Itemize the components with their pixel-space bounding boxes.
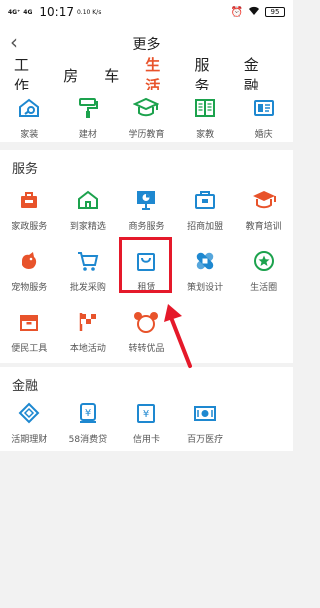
service-item-label: 家政服务 bbox=[11, 222, 48, 232]
wedding-card-icon bbox=[250, 94, 278, 122]
credit-card-icon: ¥ bbox=[132, 399, 160, 427]
life-item-home-decor[interactable]: 家装 bbox=[0, 94, 59, 140]
pet-icon bbox=[15, 247, 43, 275]
signal-1: 4G⁺ bbox=[8, 8, 21, 16]
service-item-label: 便民工具 bbox=[11, 344, 48, 354]
tab-house[interactable]: 房 bbox=[63, 65, 78, 86]
section-title-finance: 金融 bbox=[12, 379, 39, 394]
net-speed: 0.10 K/s bbox=[76, 8, 102, 16]
presentation-icon bbox=[132, 186, 160, 214]
service-item-housekeeping[interactable]: 家政服务 bbox=[0, 186, 59, 232]
life-item-degree-education[interactable]: 学历教育 bbox=[117, 94, 176, 140]
svg-text:¥: ¥ bbox=[85, 408, 91, 419]
arrow-icon bbox=[164, 304, 192, 368]
star-circle-icon bbox=[250, 247, 278, 275]
service-item-label: 招商加盟 bbox=[187, 222, 224, 232]
finance-item-label: 58消费贷 bbox=[68, 435, 108, 445]
service-item-label: 宠物服务 bbox=[11, 283, 48, 293]
finance-item-label: 百万医疗 bbox=[187, 435, 224, 445]
yen-bag-icon: ¥ bbox=[74, 399, 102, 427]
life-panel: 家装 建材 学历教育 家教 婚庆 bbox=[0, 90, 293, 142]
category-tabs: 工作 房 车 生活 服务 金融 bbox=[0, 56, 293, 100]
life-item-label: 婚庆 bbox=[254, 130, 273, 140]
service-item-business[interactable]: 商务服务 bbox=[117, 186, 176, 232]
finance-item-label: 信用卡 bbox=[132, 435, 160, 445]
wifi-icon bbox=[248, 6, 260, 19]
service-item-tools[interactable]: 便民工具 bbox=[0, 308, 59, 354]
finance-item-medical[interactable]: 百万医疗 bbox=[176, 399, 235, 445]
section-title-services: 服务 bbox=[12, 162, 39, 177]
finance-panel: 金融 活期理财 ¥ 58消费贷 ¥ 信用卡 百万医疗 bbox=[0, 367, 293, 451]
finance-item-label: 活期理财 bbox=[11, 435, 48, 445]
life-item-building-materials[interactable]: 建材 bbox=[59, 94, 118, 140]
clock: 10:17 bbox=[39, 5, 74, 19]
zhuanzhuan-logo-icon bbox=[132, 308, 160, 336]
shop-bag-icon bbox=[191, 186, 219, 214]
life-item-wedding[interactable]: 婚庆 bbox=[234, 94, 293, 140]
finance-item-consumer-loan[interactable]: ¥ 58消费贷 bbox=[59, 399, 118, 445]
service-item-franchise[interactable]: 招商加盟 bbox=[176, 186, 235, 232]
life-item-tutoring[interactable]: 家教 bbox=[176, 94, 235, 140]
service-item-wholesale[interactable]: 批发采购 bbox=[59, 247, 118, 293]
graduation-cap-icon bbox=[250, 186, 278, 214]
life-item-label: 建材 bbox=[78, 130, 97, 140]
service-item-planning-design[interactable]: 策划设计 bbox=[176, 247, 235, 293]
service-item-label: 批发采购 bbox=[69, 283, 106, 293]
tab-car[interactable]: 车 bbox=[104, 65, 119, 86]
finance-item-credit-card[interactable]: ¥ 信用卡 bbox=[117, 399, 176, 445]
signal-2: 4G bbox=[23, 8, 33, 16]
flag-icon bbox=[74, 308, 102, 336]
highlight-box bbox=[119, 237, 172, 293]
wrench-house-icon bbox=[15, 94, 43, 122]
service-item-label: 本地活动 bbox=[69, 344, 106, 354]
shopping-cart-icon bbox=[74, 247, 102, 275]
service-item-label: 策划设计 bbox=[187, 283, 224, 293]
paint-roller-icon bbox=[74, 94, 102, 122]
graduation-cap-icon bbox=[132, 94, 160, 122]
page-title: 更多 bbox=[132, 37, 161, 53]
life-item-label: 家教 bbox=[196, 130, 215, 140]
status-bar: 4G⁺ 4G 10:17 0.10 K/s ⏰ 95 bbox=[0, 0, 293, 24]
alarm-icon: ⏰ bbox=[230, 6, 243, 18]
battery-icon: 95 bbox=[265, 7, 285, 17]
finance-item-flexible-savings[interactable]: 活期理财 bbox=[0, 399, 59, 445]
service-item-label: 生活圈 bbox=[250, 283, 278, 293]
home-icon bbox=[74, 186, 102, 214]
medical-cash-icon bbox=[191, 399, 219, 427]
bandage-icon bbox=[191, 247, 219, 275]
service-item-label: 商务服务 bbox=[128, 222, 165, 232]
service-item-label: 到家精选 bbox=[69, 222, 106, 232]
service-item-pets[interactable]: 宠物服务 bbox=[0, 247, 59, 293]
life-item-label: 学历教育 bbox=[128, 130, 165, 140]
service-item-life-circle[interactable]: 生活圈 bbox=[234, 247, 293, 293]
service-item-local-events[interactable]: 本地活动 bbox=[59, 308, 118, 354]
open-book-icon bbox=[191, 94, 219, 122]
service-item-label: 教育培训 bbox=[245, 222, 282, 232]
service-item-home-picks[interactable]: 到家精选 bbox=[59, 186, 118, 232]
service-item-training[interactable]: 教育培训 bbox=[234, 186, 293, 232]
svg-text:¥: ¥ bbox=[143, 409, 149, 420]
toolbox-icon bbox=[15, 308, 43, 336]
briefcase-icon bbox=[15, 186, 43, 214]
life-item-label: 家装 bbox=[20, 130, 39, 140]
piggy-diamond-icon bbox=[15, 399, 43, 427]
